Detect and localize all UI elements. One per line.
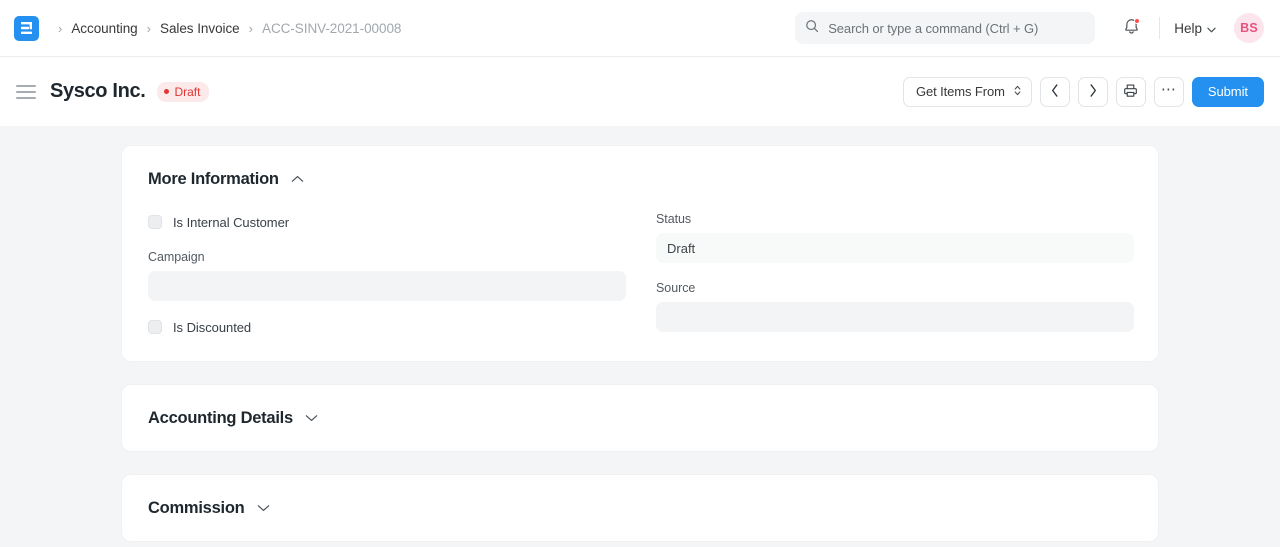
status-dot-icon xyxy=(164,89,170,94)
is-internal-customer-checkbox[interactable] xyxy=(148,215,162,229)
section-commission: Commission xyxy=(121,474,1159,542)
source-input[interactable] xyxy=(656,302,1134,332)
section-title: Commission xyxy=(148,498,245,517)
chevron-right-icon xyxy=(1089,83,1097,100)
page-content: More Information Is Internal Customer Ca… xyxy=(0,126,1280,547)
field-campaign: Campaign xyxy=(148,250,626,301)
breadcrumb-separator: › xyxy=(146,20,151,36)
top-navbar: › Accounting › Sales Invoice › ACC-SINV-… xyxy=(0,0,1280,57)
is-discounted-checkbox[interactable] xyxy=(148,320,162,334)
section-title: Accounting Details xyxy=(148,408,293,427)
field-is-discounted[interactable]: Is Discounted xyxy=(148,317,626,337)
ellipsis-icon: ⋯ xyxy=(1160,80,1177,98)
chevron-updown-icon xyxy=(1013,84,1022,100)
page-title: Sysco Inc. xyxy=(50,80,146,102)
breadcrumb-item-accounting[interactable]: Accounting xyxy=(71,21,137,36)
section-more-information: More Information Is Internal Customer Ca… xyxy=(121,145,1159,362)
chevron-up-icon[interactable] xyxy=(291,175,304,183)
submit-button[interactable]: Submit xyxy=(1191,76,1264,107)
frappe-logo-icon[interactable] xyxy=(14,15,39,41)
next-document-button[interactable] xyxy=(1077,76,1108,107)
field-source: Source xyxy=(656,281,1134,332)
field-status: Status xyxy=(656,212,1134,263)
previous-document-button[interactable] xyxy=(1039,76,1070,107)
status-input[interactable] xyxy=(656,233,1134,263)
hamburger-icon[interactable] xyxy=(16,84,36,99)
status-badge: Draft xyxy=(157,81,210,102)
chevron-down-icon[interactable] xyxy=(257,504,270,512)
breadcrumb-separator: › xyxy=(58,20,63,36)
more-actions-button[interactable]: ⋯ xyxy=(1153,76,1184,107)
status-badge-label: Draft xyxy=(174,84,201,99)
navbar-divider xyxy=(1159,17,1161,39)
chevron-down-icon[interactable] xyxy=(305,414,318,422)
more-info-right-column: Status Source xyxy=(656,212,1134,337)
section-accounting-details: Accounting Details xyxy=(121,384,1159,452)
is-internal-customer-label: Is Internal Customer xyxy=(173,214,290,230)
section-title: More Information xyxy=(148,169,279,188)
printer-icon xyxy=(1123,83,1138,101)
section-header-more-information[interactable]: More Information xyxy=(148,146,1132,212)
field-is-internal-customer[interactable]: Is Internal Customer xyxy=(148,212,626,232)
breadcrumb: › Accounting › Sales Invoice › ACC-SINV-… xyxy=(49,21,401,36)
source-label: Source xyxy=(656,281,696,295)
section-header-commission[interactable]: Commission xyxy=(148,475,1132,541)
help-menu[interactable]: Help xyxy=(1174,21,1216,36)
help-label: Help xyxy=(1174,20,1202,36)
get-items-from-button[interactable]: Get Items From xyxy=(902,76,1032,107)
notifications-button[interactable] xyxy=(1117,14,1145,42)
document-titlebar: Sysco Inc. Draft Get Items From ⋯ Submit xyxy=(0,57,1280,126)
campaign-label: Campaign xyxy=(148,250,205,264)
section-header-accounting-details[interactable]: Accounting Details xyxy=(148,385,1132,451)
avatar[interactable]: BS xyxy=(1234,13,1264,43)
chevron-left-icon xyxy=(1051,83,1059,100)
campaign-input[interactable] xyxy=(148,271,626,301)
chevron-down-icon xyxy=(1207,21,1216,36)
breadcrumb-item-current: ACC-SINV-2021-00008 xyxy=(261,20,402,36)
section-body-more-information: Is Internal Customer Campaign Is Discoun… xyxy=(148,212,1134,361)
get-items-from-label: Get Items From xyxy=(915,84,1005,99)
status-label: Status xyxy=(656,212,692,226)
navbar-right-group: Search or type a command (Ctrl + G) Help… xyxy=(795,0,1264,56)
more-info-left-column: Is Internal Customer Campaign Is Discoun… xyxy=(148,212,626,337)
is-discounted-label: Is Discounted xyxy=(173,319,252,335)
titlebar-actions: Get Items From ⋯ Submit xyxy=(902,57,1264,126)
search-icon xyxy=(805,19,819,38)
breadcrumb-separator: › xyxy=(248,20,253,36)
search-placeholder: Search or type a command (Ctrl + G) xyxy=(828,20,1039,36)
breadcrumb-item-sales-invoice[interactable]: Sales Invoice xyxy=(160,21,240,36)
print-button[interactable] xyxy=(1115,76,1146,107)
search-input[interactable]: Search or type a command (Ctrl + G) xyxy=(795,12,1096,44)
